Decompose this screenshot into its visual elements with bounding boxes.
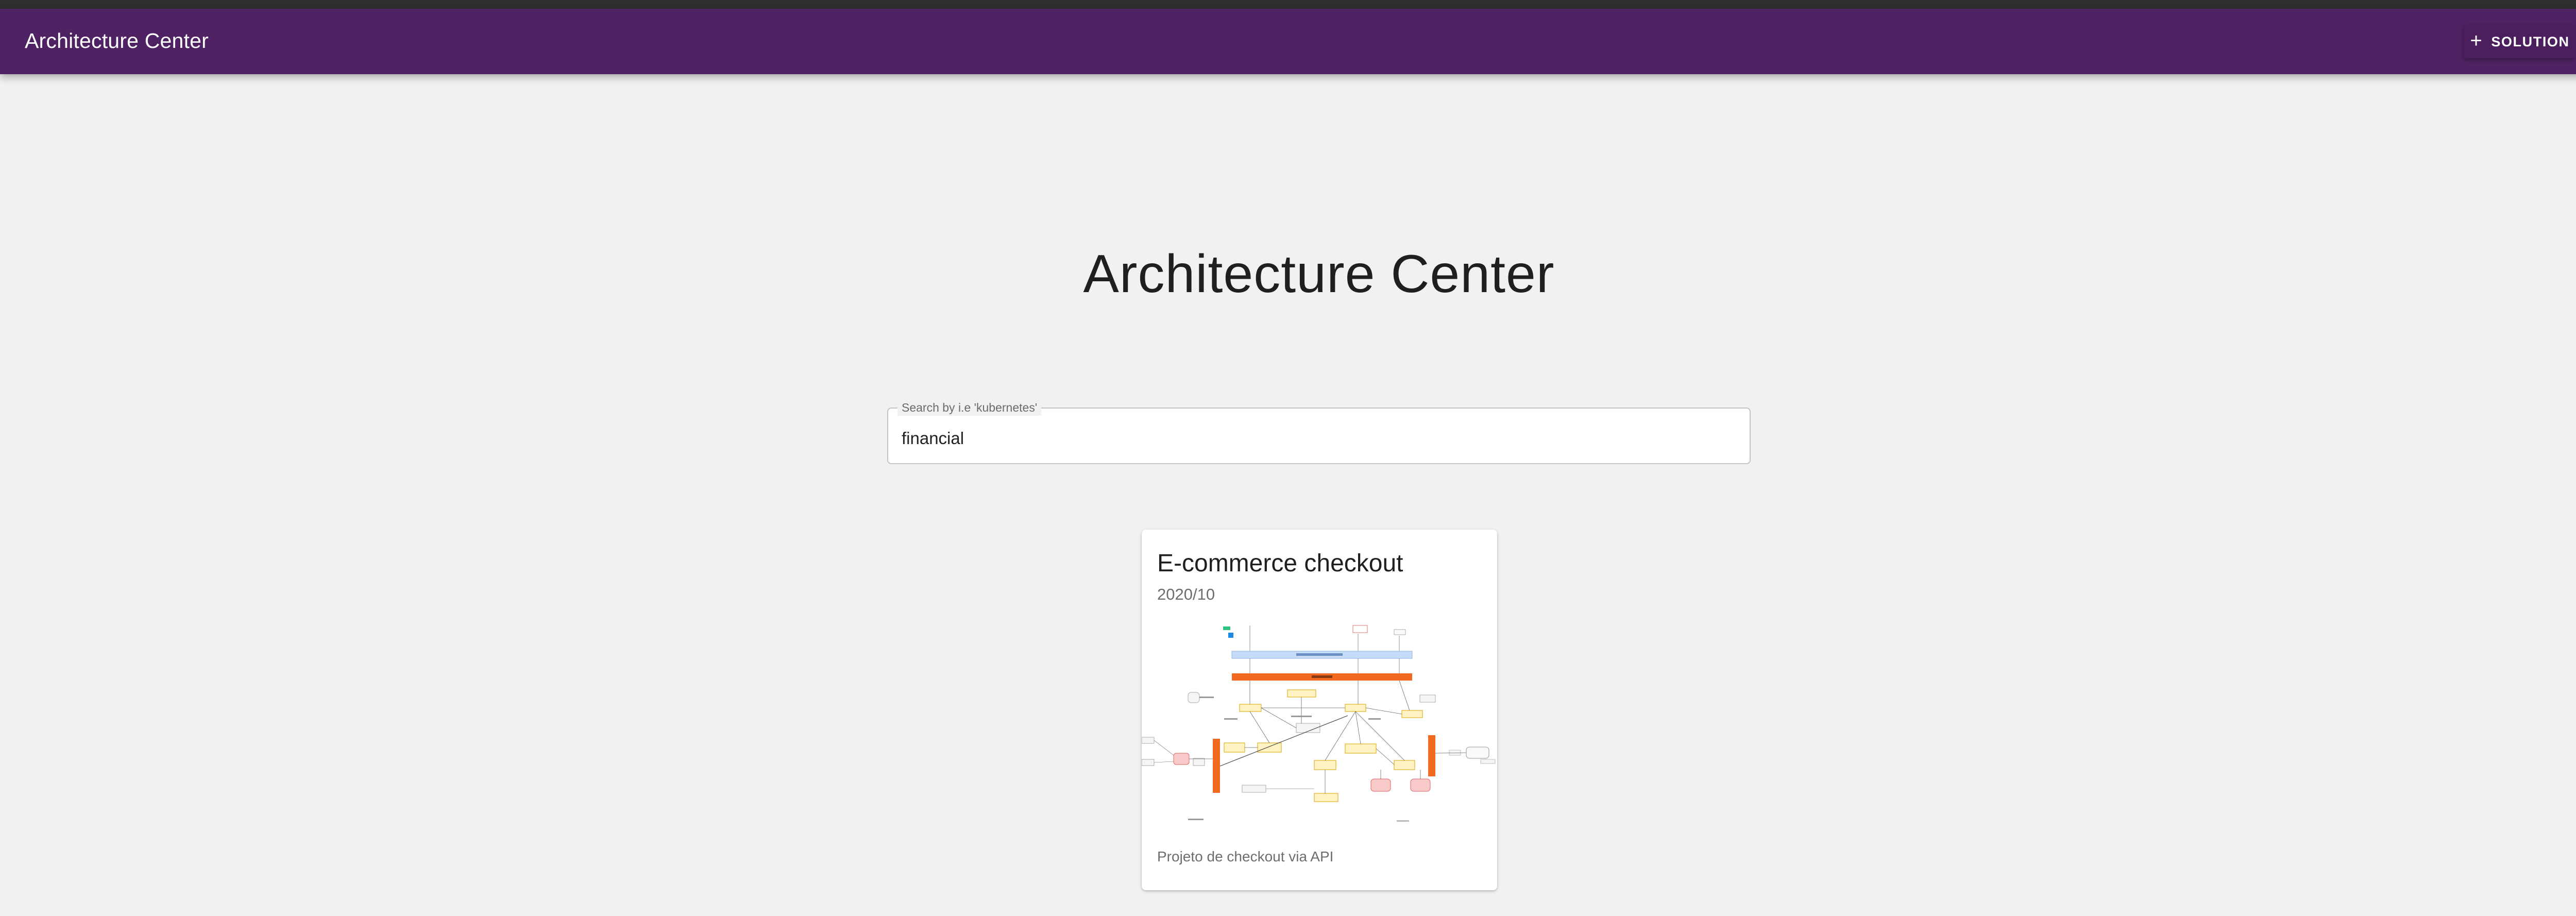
card-description: Projeto de checkout via API: [1157, 849, 1334, 864]
search-label: Search by i.e 'kubernetes': [897, 399, 1042, 416]
page-title: Architecture Center: [1083, 244, 1555, 304]
app-bar: Architecture Center + SOLUTION: [0, 9, 2576, 74]
add-solution-button[interactable]: + SOLUTION: [2464, 25, 2576, 58]
search-field[interactable]: Search by i.e 'kubernetes': [887, 399, 1751, 464]
window-top-strip: [0, 0, 2576, 9]
app-title: Architecture Center: [25, 29, 209, 53]
architecture-diagram-thumbnail: [1142, 615, 1497, 842]
add-solution-label: SOLUTION: [2491, 33, 2570, 49]
solution-card[interactable]: E-commerce checkout 2020/10 Projeto de c…: [1142, 530, 1497, 890]
card-title: E-commerce checkout: [1157, 550, 1403, 577]
search-input[interactable]: [902, 427, 1726, 450]
plus-icon: +: [2470, 29, 2483, 52]
card-date: 2020/10: [1157, 585, 1215, 603]
